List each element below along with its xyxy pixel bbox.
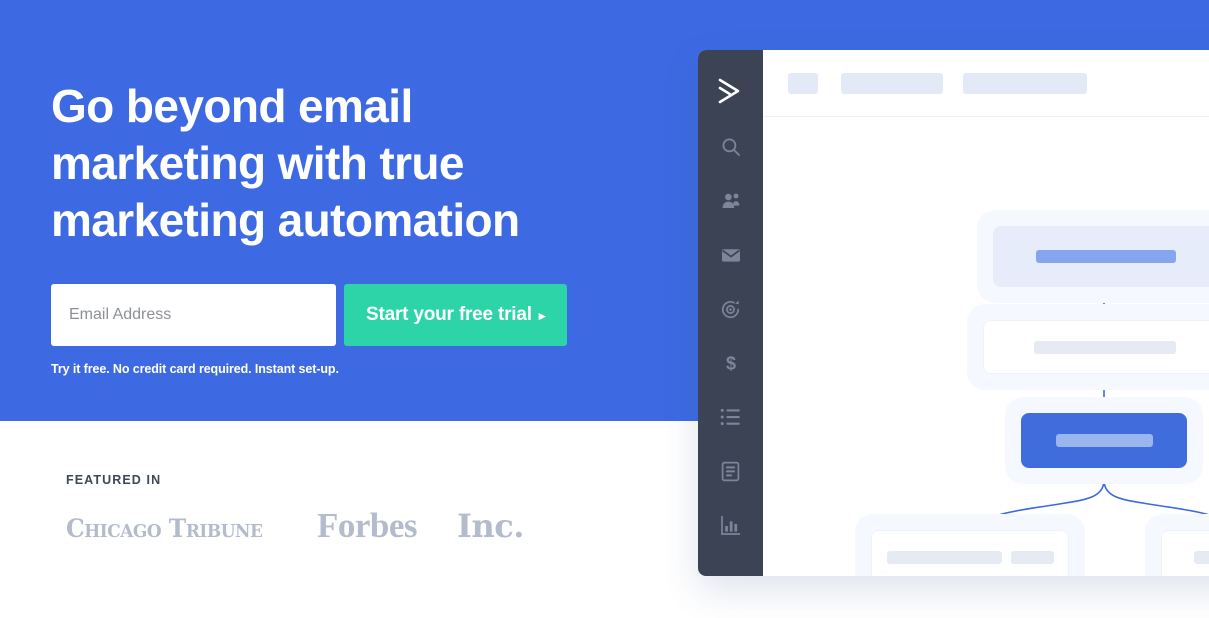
automation-flow-canvas xyxy=(763,117,1209,576)
trigger-node[interactable] xyxy=(993,226,1209,287)
sidebar-item-deals[interactable]: $ xyxy=(714,346,748,380)
start-free-trial-button[interactable]: Start your free trial ▸ xyxy=(344,284,568,346)
press-logo-row: Chicago Tribune Forbes Inc. xyxy=(66,506,524,546)
sidebar-item-lists[interactable] xyxy=(714,400,748,434)
svg-text:$: $ xyxy=(725,354,735,374)
activecampaign-logo-icon[interactable] xyxy=(714,74,748,108)
trial-button-label: Start your free trial xyxy=(366,304,532,325)
signup-form: Start your free trial ▸ xyxy=(51,284,568,346)
action-node[interactable] xyxy=(1021,413,1187,468)
branch-node-left[interactable] xyxy=(871,530,1069,576)
email-input[interactable] xyxy=(51,284,336,346)
sidebar-item-search[interactable] xyxy=(714,130,748,164)
landing-page: Go beyond email marketing with true mark… xyxy=(0,0,1209,618)
step-node-skeleton xyxy=(1034,340,1176,354)
trigger-node-skeleton xyxy=(1036,250,1176,263)
featured-in-section: FEATURED IN Chicago Tribune Forbes Inc. xyxy=(66,473,524,546)
sidebar-item-reports[interactable] xyxy=(714,508,748,542)
trial-disclaimer: Try it free. No credit card required. In… xyxy=(51,362,339,376)
forbes-logo: Forbes xyxy=(316,506,418,545)
sidebar-item-automations[interactable] xyxy=(714,292,748,326)
sidebar-item-pages[interactable] xyxy=(714,454,748,488)
sidebar-item-contacts[interactable] xyxy=(714,184,748,218)
step-node[interactable] xyxy=(983,320,1209,374)
app-topbar xyxy=(763,50,1209,117)
action-node-skeleton xyxy=(1055,434,1153,447)
topbar-skeleton-large xyxy=(963,72,1087,94)
arrow-right-icon: ▸ xyxy=(538,307,546,323)
sidebar-item-campaigns[interactable] xyxy=(714,238,748,272)
app-main-area xyxy=(763,50,1209,576)
branch-right-skeleton-1 xyxy=(1194,551,1209,564)
chicago-tribune-logo: Chicago Tribune xyxy=(66,514,263,543)
featured-in-label: FEATURED IN xyxy=(66,473,162,487)
topbar-skeleton-square xyxy=(788,72,818,94)
app-preview-panel: $ xyxy=(698,50,1209,576)
inc-logo: Inc. xyxy=(457,507,524,545)
branch-left-skeleton-2 xyxy=(1010,551,1054,564)
page-title: Go beyond email marketing with true mark… xyxy=(51,80,520,246)
hero-content: Go beyond email marketing with true mark… xyxy=(51,78,671,249)
branch-left-skeleton-1 xyxy=(886,551,1002,564)
branch-node-right[interactable] xyxy=(1161,530,1209,576)
app-sidebar: $ xyxy=(698,50,763,576)
topbar-skeleton-medium xyxy=(841,72,943,94)
